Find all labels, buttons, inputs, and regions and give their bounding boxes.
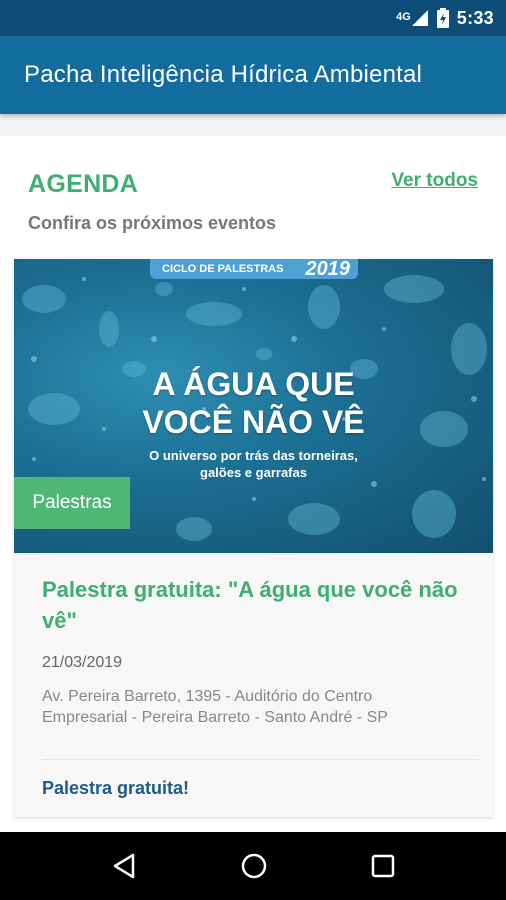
recents-icon[interactable]	[371, 854, 395, 878]
app-bar: Pacha Inteligência Hídrica Ambiental	[0, 36, 506, 114]
see-all-link[interactable]: Ver todos	[391, 170, 478, 192]
card-divider	[42, 759, 479, 760]
system-nav-bar	[0, 832, 506, 900]
network-indicator: 4G	[396, 9, 429, 27]
banner-headline: A ÁGUA QUE VOCÊ NÃO VÊ	[14, 365, 493, 441]
banner-tagline: O universo por trás das torneiras, galõe…	[14, 447, 493, 481]
home-icon[interactable]	[240, 852, 268, 880]
series-label: CICLO DE PALESTRAS	[162, 263, 284, 275]
category-badge: Palestras	[14, 477, 130, 529]
event-title[interactable]: Palestra gratuita: "A água que você não …	[42, 574, 462, 636]
event-card[interactable]: CICLO DE PALESTRAS 2019 A ÁGUA QUE VOCÊ …	[14, 259, 493, 817]
main-content[interactable]: AGENDA Ver todos Confira os próximos eve…	[0, 136, 506, 832]
event-banner-image[interactable]: CICLO DE PALESTRAS 2019 A ÁGUA QUE VOCÊ …	[14, 259, 493, 553]
agenda-header: AGENDA Ver todos Confira os próximos eve…	[28, 170, 478, 234]
app-title: Pacha Inteligência Hídrica Ambiental	[24, 61, 423, 88]
network-type: 4G	[396, 11, 411, 23]
status-bar: 4G 5:33	[0, 0, 506, 36]
event-link[interactable]: Palestra gratuita!	[42, 778, 189, 799]
series-year: 2019	[305, 259, 351, 280]
clock: 5:33	[456, 7, 494, 28]
signal-icon	[411, 10, 428, 26]
banner-headline-line2: VOCÊ NÃO VÊ	[142, 404, 365, 440]
banner-headline-line1: A ÁGUA QUE	[152, 366, 355, 402]
event-address: Av. Pereira Barreto, 1395 - Auditório do…	[42, 688, 388, 726]
battery-charging-icon	[436, 8, 449, 28]
event-date: 21/03/2019	[42, 654, 123, 671]
back-icon[interactable]	[111, 852, 137, 880]
series-ribbon: CICLO DE PALESTRAS 2019	[150, 259, 358, 280]
banner-tagline-line1: O universo por trás das torneiras,	[149, 448, 358, 463]
agenda-subtitle: Confira os próximos eventos	[28, 213, 277, 233]
